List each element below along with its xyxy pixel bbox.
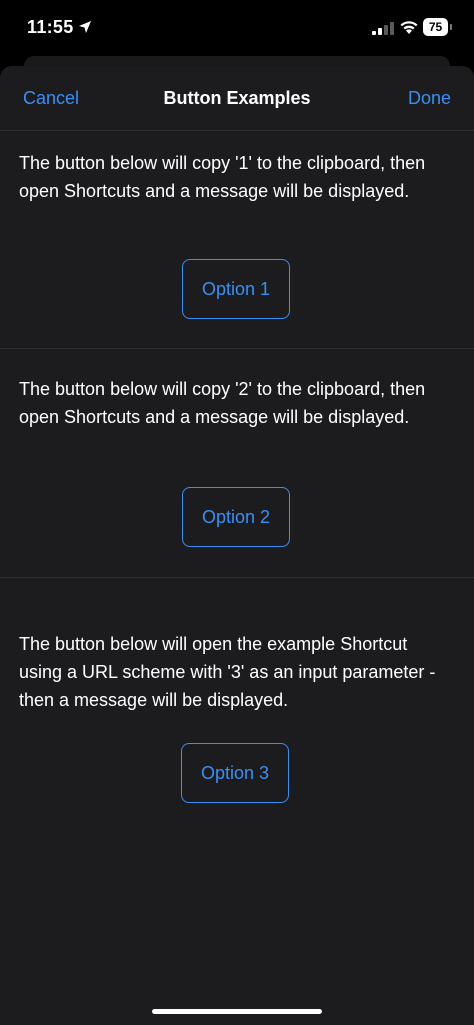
status-time: 11:55 [27,17,74,37]
battery-level: 75 [423,18,448,36]
option-2-button[interactable]: Option 2 [182,487,290,547]
wifi-icon [400,21,418,34]
section-option-2: The button below will copy '2' to the cl… [0,349,474,578]
section-option-3: The button below will open the example S… [0,578,474,858]
navigation-bar: Cancel Button Examples Done [0,66,474,131]
option-3-button[interactable]: Option 3 [181,743,289,803]
cellular-signal-icon [372,22,394,35]
location-arrow-icon [79,21,91,33]
option-1-button[interactable]: Option 1 [182,259,290,319]
section-description: The button below will copy '2' to the cl… [19,379,426,427]
battery-cap [450,24,452,30]
button-examples-sheet: Cancel Button Examples Done The button b… [0,66,474,1025]
status-bar: 11:55 75 [0,0,474,56]
section-option-1: The button below will copy '1' to the cl… [0,131,474,349]
done-button[interactable]: Done [408,88,451,109]
page-title: Button Examples [163,88,311,108]
home-indicator[interactable] [152,1009,322,1014]
section-description: The button below will copy '1' to the cl… [19,153,426,201]
section-description: The button below will open the example S… [19,634,436,710]
battery-icon: 75 [423,18,453,36]
